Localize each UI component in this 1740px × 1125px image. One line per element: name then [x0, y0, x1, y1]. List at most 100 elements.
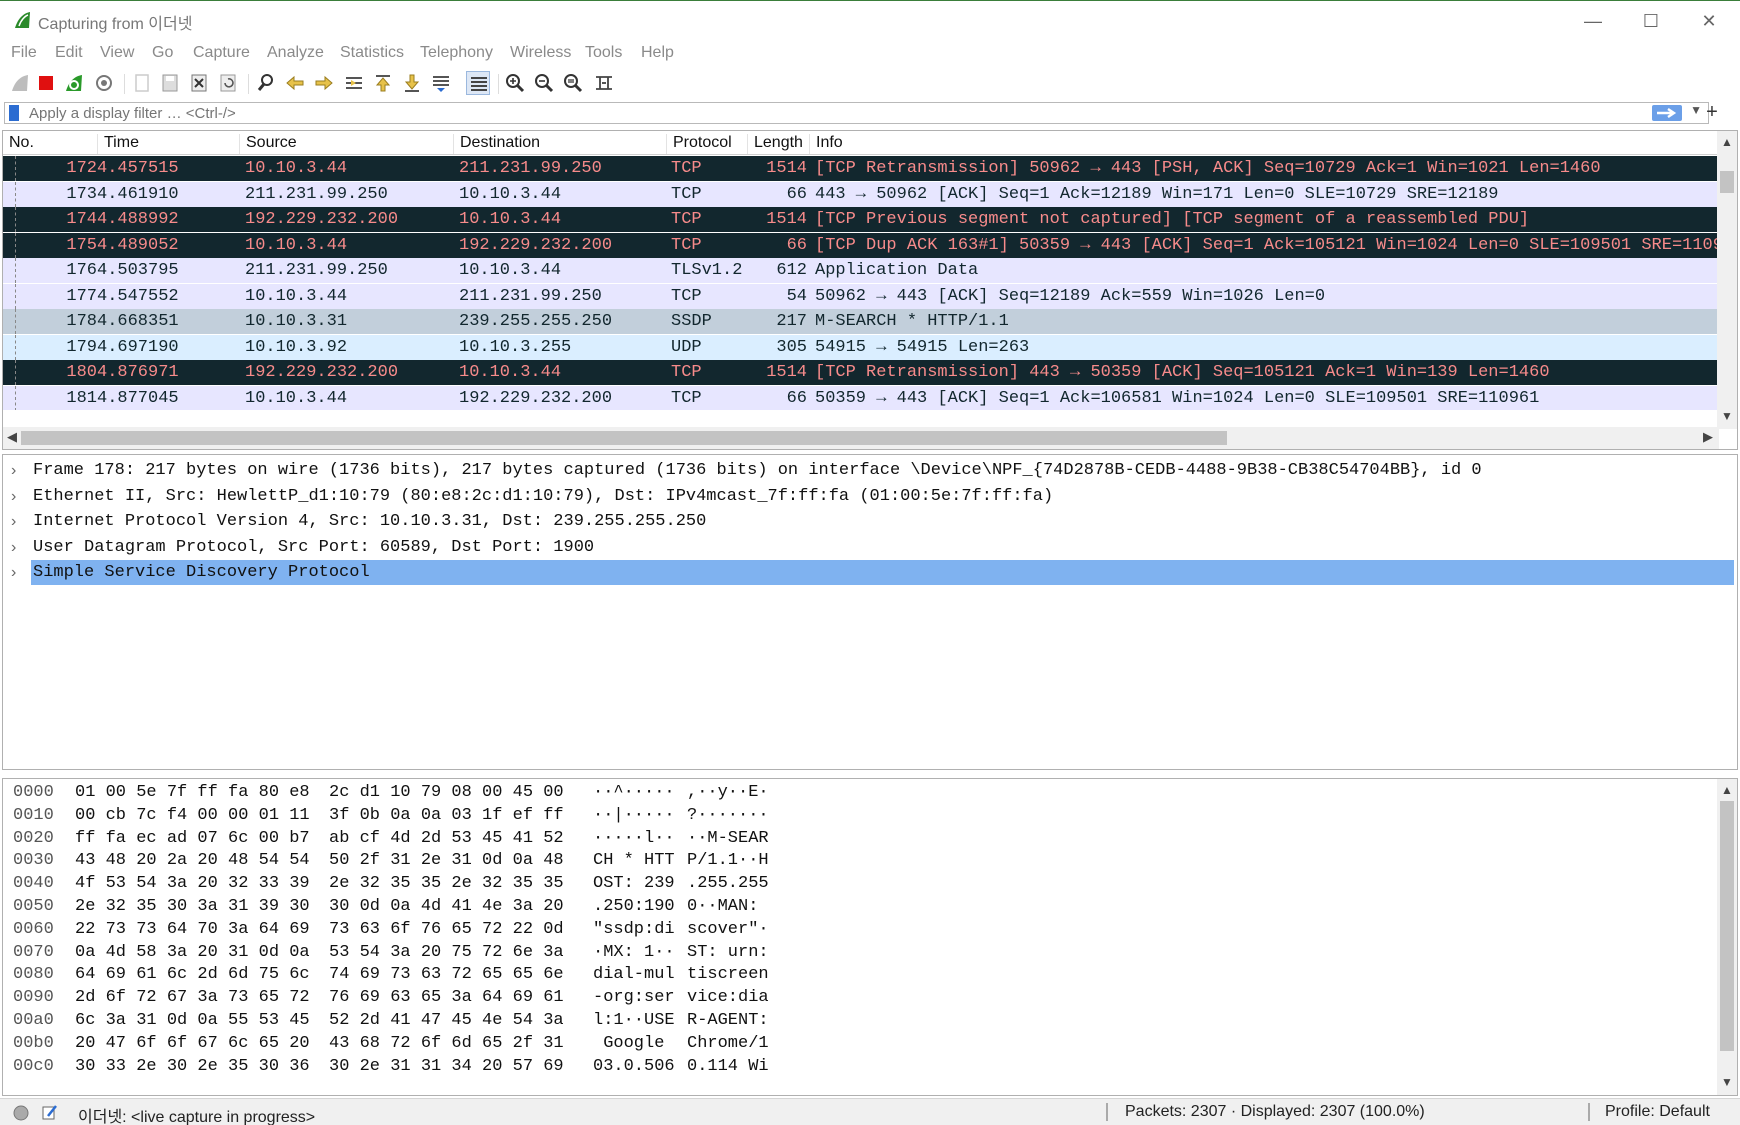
- restart-capture-icon[interactable]: [62, 71, 86, 95]
- scroll-down-arrow-icon[interactable]: ▼: [1717, 409, 1737, 423]
- bytes-scroll-up-arrow-icon[interactable]: ▲: [1717, 783, 1737, 797]
- column-header-protocol[interactable]: Protocol: [666, 134, 732, 154]
- tree-item[interactable]: › Ethernet II, Src: HewlettP_d1:10:79 (80…: [3, 484, 1737, 509]
- menu-wireless[interactable]: Wireless: [510, 44, 571, 62]
- bytes-vertical-scrollbar[interactable]: ▲ ▼: [1717, 779, 1737, 1095]
- packet-no: 176: [66, 261, 97, 280]
- menu-tools[interactable]: Tools: [585, 44, 622, 62]
- close-button[interactable]: ✕: [1686, 7, 1732, 35]
- bytes-scroll-down-arrow-icon[interactable]: ▼: [1717, 1075, 1737, 1089]
- menu-view[interactable]: View: [100, 44, 134, 62]
- scroll-up-arrow-icon[interactable]: ▲: [1717, 135, 1737, 149]
- expand-chevron-icon[interactable]: ›: [11, 458, 25, 483]
- column-header-no[interactable]: No.: [3, 134, 34, 154]
- tree-item[interactable]: › Internet Protocol Version 4, Src: 10.10…: [3, 509, 1737, 534]
- packet-row[interactable]: 181 4.877045 10.10.3.44 192.229.232.200 TCP 6…: [3, 385, 1719, 410]
- tree-item[interactable]: › Simple Service Discovery Protocol: [3, 560, 1737, 585]
- main-toolbar: [0, 68, 1740, 98]
- column-header-destination[interactable]: Destination: [453, 134, 540, 154]
- resize-columns-icon[interactable]: [592, 71, 616, 95]
- column-header-info[interactable]: Info: [809, 134, 843, 154]
- menu-edit[interactable]: Edit: [55, 44, 83, 62]
- go-back-icon[interactable]: [283, 71, 307, 95]
- hex-bytes: 20 47 6f 6f 67 6c 65 20: [75, 1033, 310, 1053]
- hex-bytes: 53 54 3a 20 75 72 6e 3a: [329, 942, 564, 962]
- packet-info: [TCP Retransmission] 443 → 50359 [ACK] S…: [815, 363, 1550, 382]
- bytes-scrollbar-thumb[interactable]: [1720, 801, 1734, 1051]
- column-header-time[interactable]: Time: [97, 134, 139, 154]
- colorize-packet-list-icon[interactable]: [466, 71, 490, 95]
- menu-analyze[interactable]: Analyze: [267, 44, 324, 62]
- packet-row[interactable]: 178 4.668351 10.10.3.31 239.255.255.250 SSDP…: [3, 309, 1719, 334]
- column-header-length[interactable]: Length: [747, 134, 803, 154]
- go-last-packet-icon[interactable]: [400, 71, 424, 95]
- packet-list-horizontal-scrollbar[interactable]: ◀ ▶: [3, 427, 1719, 449]
- menu-statistics[interactable]: Statistics: [340, 44, 404, 62]
- expand-chevron-icon[interactable]: ›: [11, 509, 25, 534]
- column-header-source[interactable]: Source: [239, 134, 297, 154]
- apply-filter-arrow-icon[interactable]: [1652, 105, 1682, 121]
- minimize-button[interactable]: —: [1570, 7, 1616, 35]
- expand-chevron-icon[interactable]: ›: [11, 484, 25, 509]
- tree-item-label: Ethernet II, Src: HewlettP_d1:10:79 (80:…: [33, 486, 1054, 506]
- scroll-right-arrow-icon[interactable]: ▶: [1703, 429, 1713, 445]
- packet-row[interactable]: 172 4.457515 10.10.3.44 211.231.99.250 TCP 15…: [3, 156, 1719, 181]
- tree-item-label: Internet Protocol Version 4, Src: 10.10.…: [33, 512, 707, 531]
- packet-row[interactable]: 174 4.488992 192.229.232.200 10.10.3.44 TCP 1…: [3, 207, 1719, 232]
- open-file-icon[interactable]: [130, 71, 154, 95]
- start-capture-icon[interactable]: [8, 71, 32, 95]
- go-to-packet-icon[interactable]: [342, 71, 366, 95]
- hex-bytes: 76 69 63 65 3a 64 69 61: [329, 988, 564, 1008]
- scroll-left-arrow-icon[interactable]: ◀: [7, 429, 17, 445]
- hex-bytes: 6c 3a 31 0d 0a 55 53 45: [75, 1011, 310, 1030]
- packet-destination: 10.10.3.44: [459, 210, 562, 229]
- hex-bytes: 0a 4d 58 3a 20 31 0d 0a: [75, 942, 310, 962]
- hex-ascii: 0.114 Wi: [687, 1056, 769, 1076]
- tree-item[interactable]: › Frame 178: 217 bytes on wire (1736 bits…: [3, 458, 1737, 483]
- profile-text[interactable]: Profile: Default: [1605, 1103, 1710, 1121]
- expand-chevron-icon[interactable]: ›: [11, 560, 25, 585]
- close-file-icon[interactable]: [187, 71, 211, 95]
- menu-telephony[interactable]: Telephony: [420, 44, 493, 62]
- expert-info-icon[interactable]: [12, 1104, 30, 1125]
- maximize-button[interactable]: ☐: [1628, 7, 1674, 35]
- packet-row[interactable]: 177 4.547552 10.10.3.44 211.231.99.250 TCP 54…: [3, 283, 1719, 309]
- conversation-guide-line: [15, 360, 16, 385]
- hex-ascii: ·····l··: [593, 828, 675, 848]
- filter-bookmark-icon[interactable]: [9, 105, 19, 121]
- expand-chevron-icon[interactable]: ›: [11, 535, 25, 560]
- packet-length: 66: [786, 388, 807, 408]
- display-filter-input[interactable]: [29, 104, 1629, 122]
- menu-capture[interactable]: Capture: [193, 44, 250, 62]
- menu-help[interactable]: Help: [641, 44, 674, 62]
- zoom-in-icon[interactable]: [503, 71, 527, 95]
- menu-go[interactable]: Go: [152, 44, 173, 62]
- packet-no: 181: [66, 388, 97, 408]
- find-packet-icon[interactable]: [254, 71, 278, 95]
- scrollbar-thumb[interactable]: [1720, 171, 1734, 193]
- capture-options-icon[interactable]: [92, 71, 116, 95]
- hex-bytes: 64 69 61 6c 2d 6d 75 6c: [75, 965, 310, 985]
- packet-row[interactable]: 175 4.489052 10.10.3.44 192.229.232.200 TCP 6…: [3, 232, 1719, 258]
- packet-row[interactable]: 176 4.503795 211.231.99.250 10.10.3.44 TLSv1…: [3, 258, 1719, 283]
- zoom-normal-icon[interactable]: [561, 71, 585, 95]
- menu-file[interactable]: File: [11, 44, 37, 62]
- packet-row[interactable]: 180 4.876971 192.229.232.200 10.10.3.44 TCP 1…: [3, 360, 1719, 385]
- packet-protocol: TCP: [671, 210, 702, 229]
- packet-row[interactable]: 173 4.461910 211.231.99.250 10.10.3.44 TCP 66…: [3, 181, 1719, 207]
- zoom-out-icon[interactable]: [532, 71, 556, 95]
- auto-scroll-icon[interactable]: [429, 71, 453, 95]
- go-forward-icon[interactable]: [312, 71, 336, 95]
- go-first-packet-icon[interactable]: [371, 71, 395, 95]
- stop-capture-icon[interactable]: [34, 71, 58, 95]
- horizontal-scrollbar-thumb[interactable]: [21, 431, 1227, 445]
- packet-row[interactable]: 179 4.697190 10.10.3.92 10.10.3.255 UDP 305 54…: [3, 334, 1719, 360]
- capture-comment-icon[interactable]: [40, 1102, 60, 1125]
- save-file-icon[interactable]: [158, 71, 182, 95]
- add-filter-button[interactable]: +: [1700, 100, 1724, 124]
- reload-file-icon[interactable]: [216, 71, 240, 95]
- packet-list-vertical-scrollbar[interactable]: ▲ ▼: [1717, 131, 1737, 429]
- hex-bytes: ff fa ec ad 07 6c 00 b7: [75, 828, 310, 848]
- hex-bytes: 73 63 6f 76 65 72 22 0d: [329, 919, 564, 939]
- tree-item[interactable]: › User Datagram Protocol, Src Port: 60589…: [3, 535, 1737, 560]
